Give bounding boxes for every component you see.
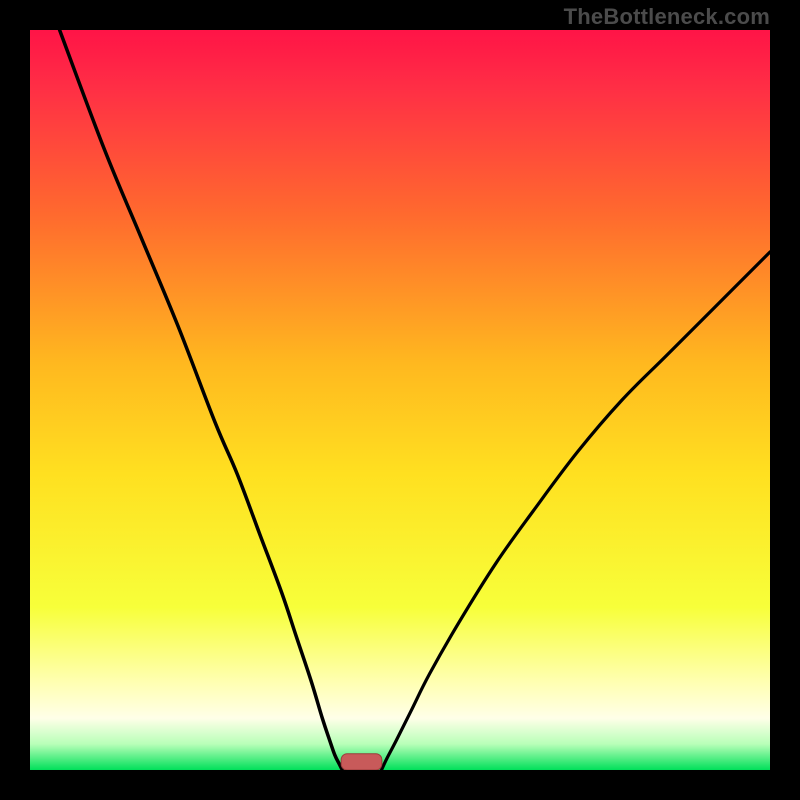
watermark-text: TheBottleneck.com [564,4,770,30]
gradient-background [30,30,770,770]
chart-svg [30,30,770,770]
floor-marker [341,754,382,770]
outer-frame: TheBottleneck.com [0,0,800,800]
plot-area [30,30,770,770]
